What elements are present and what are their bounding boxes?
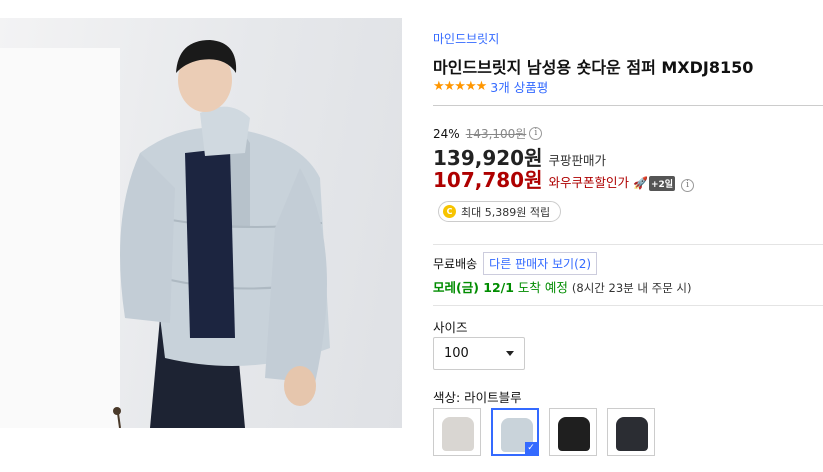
other-sellers-button[interactable]: 다른 판매자 보기(2)	[483, 252, 598, 275]
shipping-row: 무료배송 다른 판매자 보기(2)	[433, 252, 598, 275]
cash-reward-text: 최대 5,389원 적립	[461, 205, 551, 219]
jacket-icon	[442, 417, 474, 451]
color-swatch[interactable]	[607, 408, 655, 456]
original-price: 143,100원	[465, 127, 527, 141]
color-swatch[interactable]	[433, 408, 481, 456]
coin-icon: C	[443, 205, 456, 218]
arrival-info: 모레(금) 12/1 도착 예정 (8시간 23분 내 주문 시)	[433, 277, 692, 296]
plus-days-badge: +2일	[648, 176, 676, 191]
rocket-icon: 🚀	[633, 176, 648, 190]
rating-row[interactable]: ★★★★★ 3개 상품평	[433, 77, 548, 96]
review-count-link[interactable]: 3개 상품평	[490, 77, 548, 96]
discount-rate: 24%	[433, 126, 460, 141]
product-title: 마인드브릿지 남성용 숏다운 점퍼 MXDJ8150	[433, 58, 754, 77]
divider	[433, 305, 823, 306]
model-illustration	[113, 40, 330, 428]
arrival-suffix: 도착 예정	[517, 280, 568, 295]
brand-link[interactable]: 마인드브릿지	[433, 30, 499, 47]
size-label: 사이즈	[433, 320, 468, 335]
jacket-icon	[558, 417, 590, 451]
wow-price-row: 107,780원 와우쿠폰할인가 🚀 +2일 i	[433, 164, 695, 193]
divider	[433, 105, 823, 106]
size-selected-value: 100	[444, 346, 469, 361]
color-label: 색상: 라이트블루	[433, 390, 522, 405]
check-icon: ✓	[525, 442, 537, 454]
discount-row: 24% 143,100원 i	[433, 125, 543, 142]
size-select[interactable]: 100	[433, 337, 525, 370]
arrival-date: 모레(금) 12/1	[433, 280, 514, 295]
wow-price-label: 와우쿠폰할인가	[548, 175, 630, 190]
color-swatch-selected[interactable]: ✓	[491, 408, 539, 456]
jacket-icon	[616, 417, 648, 451]
rating-stars-icon: ★★★★★	[433, 79, 487, 94]
order-deadline: (8시간 23분 내 주문 시)	[571, 281, 692, 295]
chevron-down-icon	[506, 351, 514, 356]
info-icon[interactable]: i	[681, 179, 695, 192]
product-image[interactable]	[0, 18, 402, 428]
cash-reward-badge[interactable]: C 최대 5,389원 적립	[438, 201, 562, 222]
color-swatches: ✓	[433, 408, 665, 456]
divider	[433, 244, 823, 245]
free-shipping-label: 무료배송	[433, 257, 478, 271]
color-swatch[interactable]	[549, 408, 597, 456]
info-icon[interactable]: i	[529, 127, 543, 140]
wow-price: 107,780원	[433, 168, 543, 192]
